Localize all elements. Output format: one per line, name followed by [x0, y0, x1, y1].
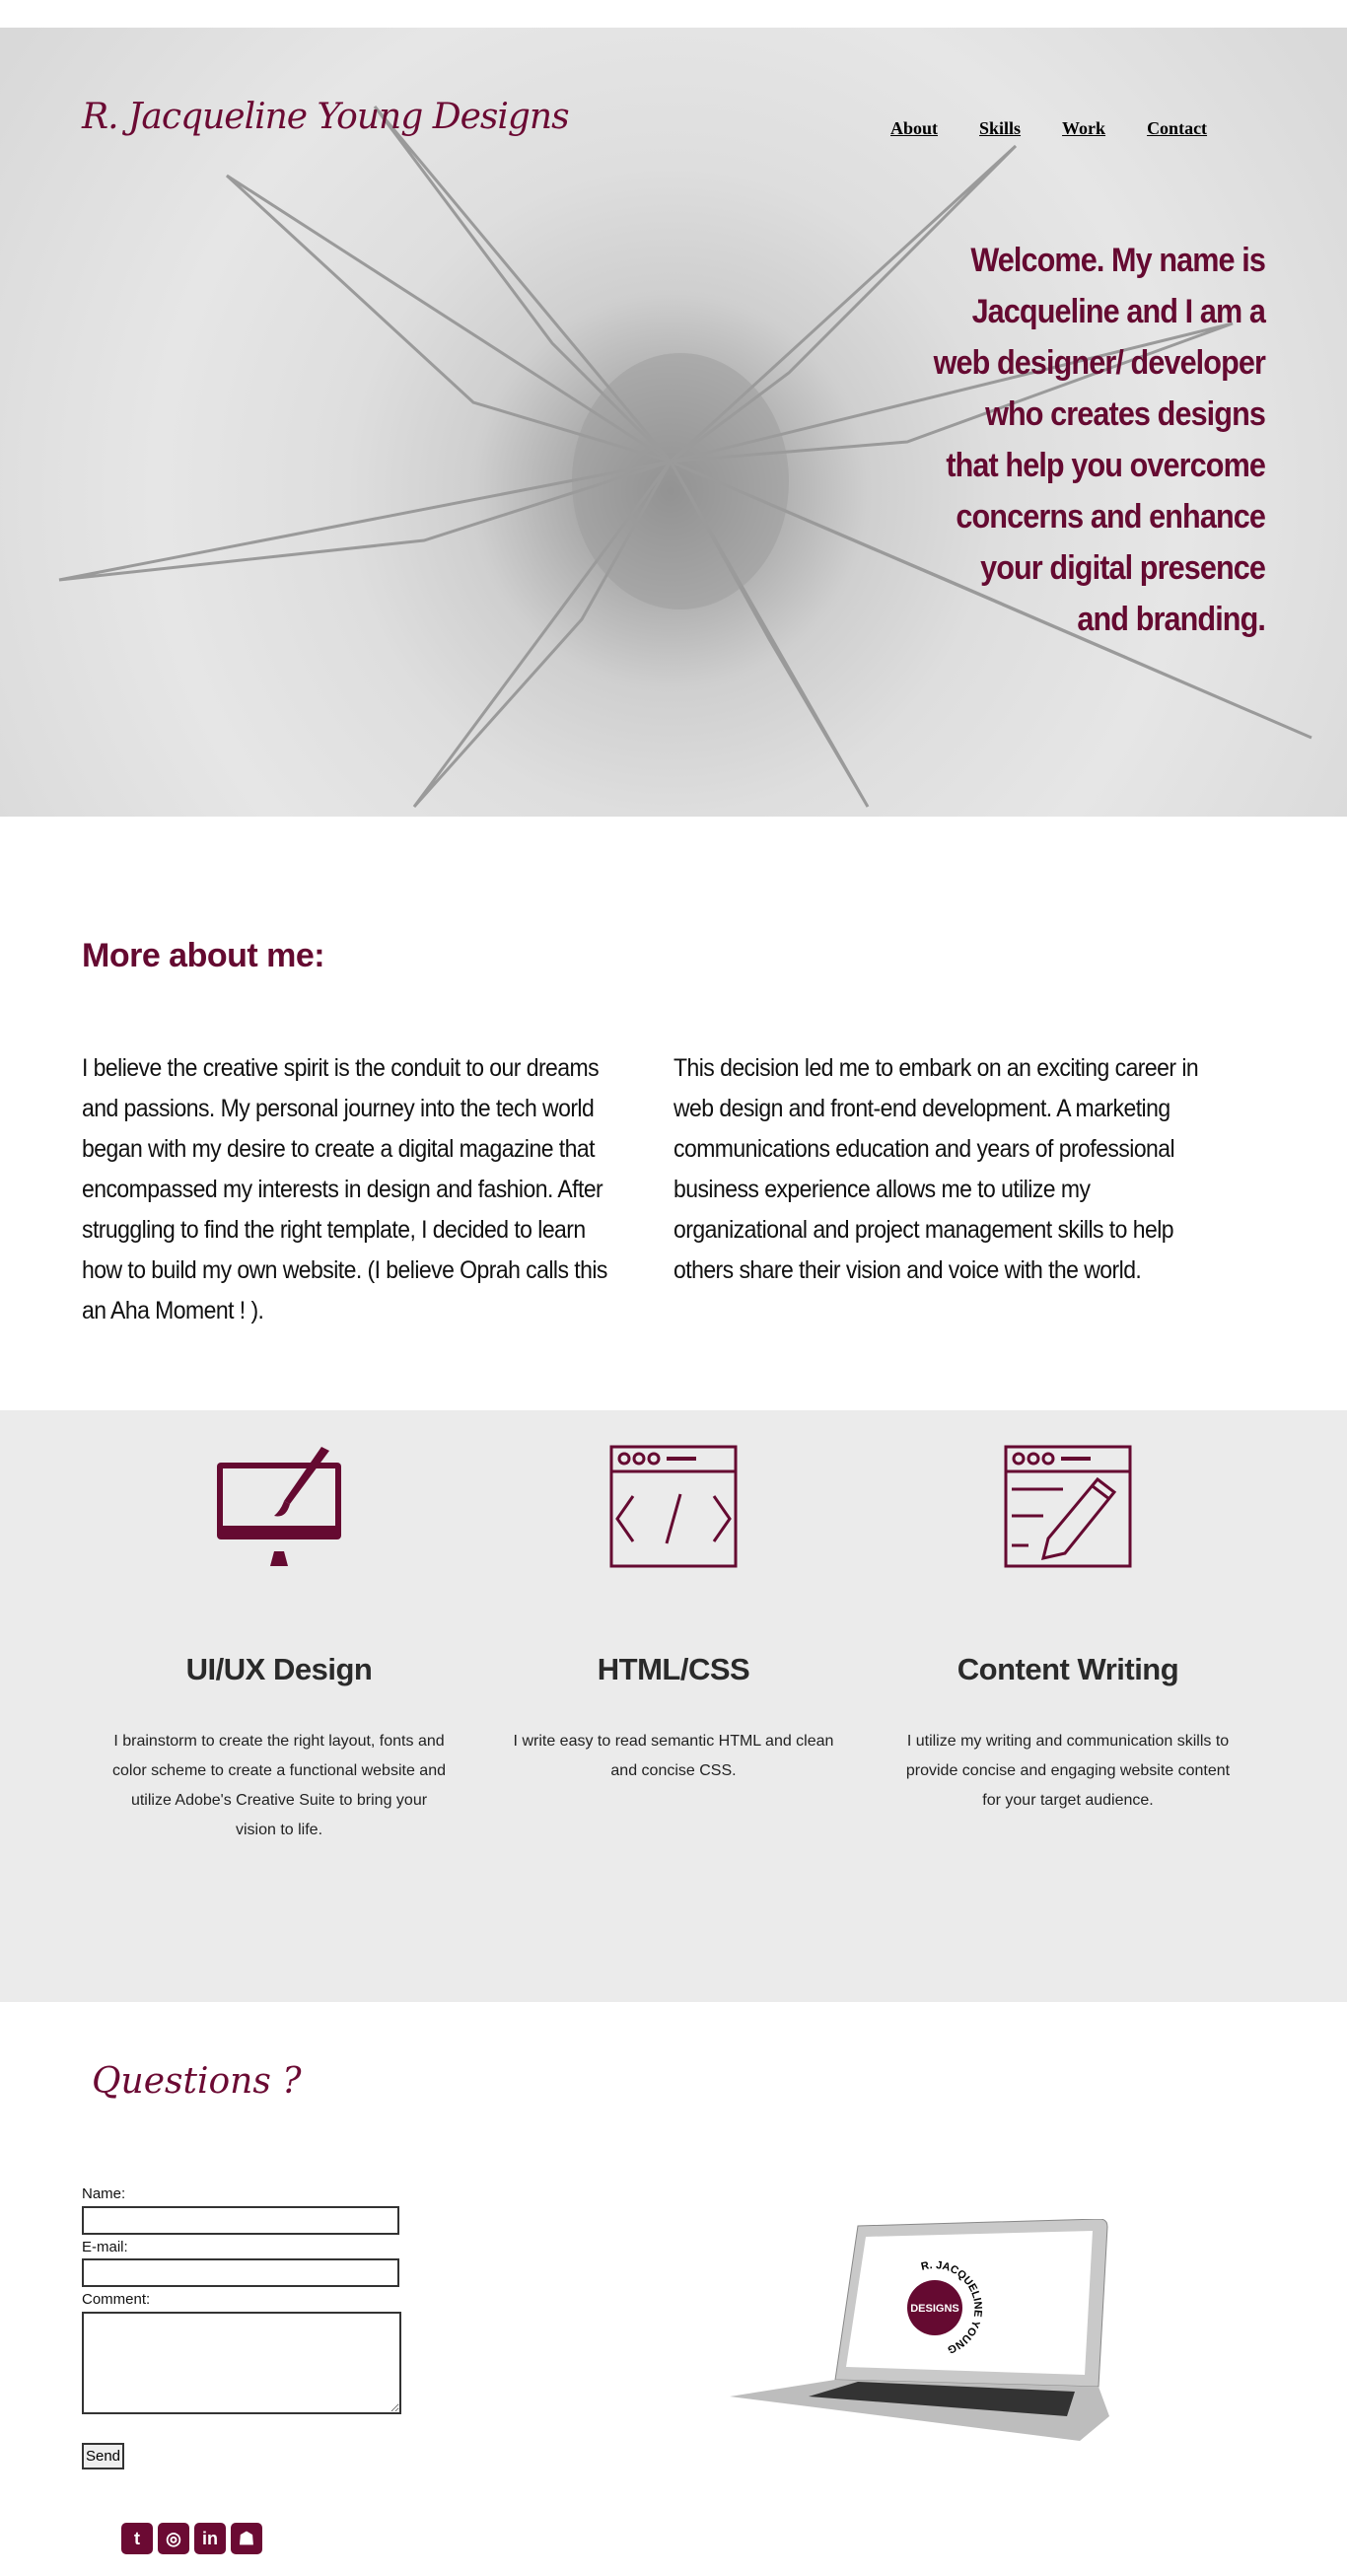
about-title: More about me:	[82, 937, 325, 974]
name-label: Name:	[82, 2185, 126, 2202]
nav-skills[interactable]: Skills	[979, 118, 1021, 139]
skill-card: HTML/CSS I write easy to read semantic H…	[506, 1445, 841, 1786]
comment-label: Comment:	[82, 2291, 151, 2308]
nav-about[interactable]: About	[890, 118, 938, 139]
code-window-icon	[609, 1445, 738, 1568]
skill-title: UI/UX Design	[185, 1652, 373, 1686]
linkedin-icon[interactable]: in	[194, 2523, 226, 2554]
monitor-paintbrush-icon	[217, 1447, 341, 1566]
skill-text: I write easy to read semantic HTML and c…	[513, 1733, 834, 1779]
twitter-icon[interactable]: t	[121, 2523, 153, 2554]
pencil-window-icon	[1004, 1445, 1132, 1568]
hero-banner: R. Jacqueline Young Designs About Skills…	[0, 28, 1347, 817]
nav-contact[interactable]: Contact	[1147, 118, 1207, 139]
skills-section: UI/UX Design I brainstorm to create the …	[0, 1410, 1347, 2002]
skill-title: Content Writing	[957, 1652, 1179, 1686]
welcome-text: Welcome. My name is Jacqueline and I am …	[933, 242, 1266, 638]
site-logo[interactable]: R. Jacqueline Young Designs	[82, 97, 570, 137]
main-nav: About Skills Work Contact	[890, 118, 1207, 139]
skill-title: HTML/CSS	[597, 1652, 750, 1686]
comment-textarea[interactable]	[82, 2312, 401, 2414]
social-links: t ◎ in ☗	[121, 2523, 262, 2554]
skill-text: I utilize my writing and communication s…	[905, 1733, 1231, 1809]
nav-work[interactable]: Work	[1062, 118, 1105, 139]
name-input[interactable]	[82, 2206, 399, 2235]
about-paragraph-2: This decision led me to embark on an exc…	[674, 1054, 1199, 1284]
instagram-icon[interactable]: ◎	[158, 2523, 189, 2554]
laptop-image: DESIGNS R. JACQUELINE YOUNG	[730, 2219, 1109, 2441]
skill-card: UI/UX Design I brainstorm to create the …	[111, 1445, 447, 1845]
email-input[interactable]	[82, 2258, 399, 2287]
skill-card: Content Writing I utilize my writing and…	[900, 1445, 1236, 1816]
skill-text: I brainstorm to create the right layout,…	[112, 1733, 446, 1838]
github-icon[interactable]: ☗	[231, 2523, 262, 2554]
about-paragraph-1: I believe the creative spirit is the con…	[82, 1054, 607, 1324]
laptop-logo-center: DESIGNS	[910, 2303, 959, 2315]
email-label: E-mail:	[82, 2239, 128, 2255]
contact-title: Questions ?	[92, 2061, 302, 2102]
send-button[interactable]: Send	[82, 2443, 124, 2469]
